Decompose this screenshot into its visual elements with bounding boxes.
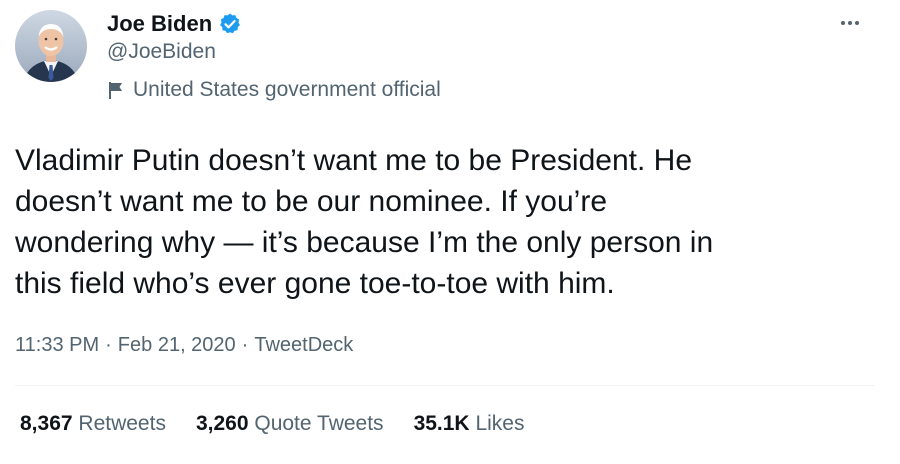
divider <box>15 385 875 386</box>
quote-tweets-label: Quote Tweets <box>254 412 384 435</box>
more-options-button[interactable] <box>830 8 870 38</box>
likes-count: 35.1K <box>413 412 470 435</box>
tweet-card: Joe Biden @JoeBiden United States govern… <box>0 0 900 464</box>
retweets-label: Retweets <box>78 412 166 435</box>
retweets-count: 8,367 <box>20 412 73 435</box>
quote-tweets-stat[interactable]: 3,260 Quote Tweets <box>196 412 384 436</box>
government-label-text: United States government official <box>133 78 441 101</box>
tweet-metadata: 11:33 PM · Feb 21, 2020 · TweetDeck <box>15 334 353 357</box>
author-display-name[interactable]: Joe Biden <box>107 11 212 37</box>
tweet-source[interactable]: TweetDeck <box>254 334 353 357</box>
meta-separator: · <box>105 334 112 356</box>
avatar[interactable] <box>15 10 87 82</box>
tweet-text: Vladimir Putin doesn’t want me to be Pre… <box>15 144 714 300</box>
likes-label: Likes <box>475 412 525 435</box>
tweet-date[interactable]: Feb 21, 2020 <box>118 334 236 357</box>
author-handle[interactable]: @JoeBiden <box>107 40 216 64</box>
tweet-time[interactable]: 11:33 PM <box>15 334 99 357</box>
flag-icon <box>107 80 125 100</box>
likes-stat[interactable]: 35.1K Likes <box>414 412 525 436</box>
meta-separator: · <box>241 334 249 356</box>
more-horizontal-icon <box>841 21 859 25</box>
government-label[interactable]: United States government official <box>107 78 441 102</box>
verified-badge-icon <box>218 12 242 36</box>
quote-tweets-count: 3,260 <box>195 412 249 435</box>
retweets-stat[interactable]: 8,367 Retweets <box>20 412 166 436</box>
author-name-row[interactable]: Joe Biden <box>107 10 242 38</box>
engagement-stats: 8,367 Retweets 3,260 Quote Tweets 35.1K … <box>20 412 524 436</box>
